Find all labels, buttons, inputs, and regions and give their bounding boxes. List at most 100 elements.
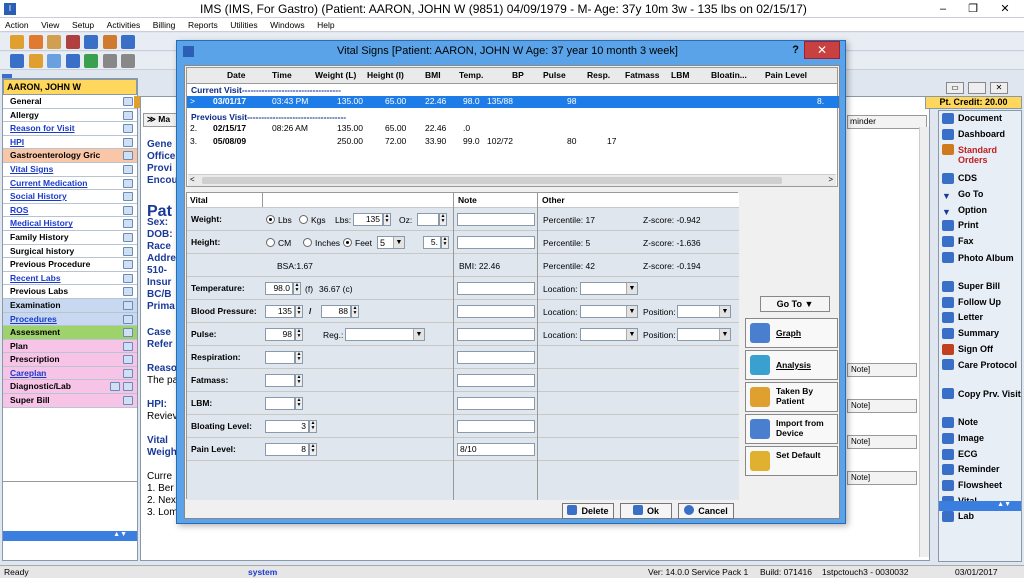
grid-column-header[interactable]: Weight (L) (315, 70, 356, 80)
note-button-4[interactable]: Note] (847, 471, 917, 485)
pulse-spinner[interactable]: ▲ ▼ (295, 328, 303, 341)
pulse-position-select[interactable]: ▼ (677, 328, 731, 341)
weight-lbs-input[interactable]: 135 (353, 213, 383, 226)
sidebar-item[interactable]: Careplan (3, 366, 137, 381)
note-scrollbar[interactable] (919, 127, 929, 557)
document-icon[interactable] (123, 151, 133, 161)
weight-oz-input[interactable] (417, 213, 439, 226)
side-button[interactable]: Import from Device (745, 414, 838, 444)
menu-billing[interactable]: Billing (148, 18, 181, 31)
grid-column-header[interactable]: Date (227, 70, 245, 80)
document-icon[interactable] (123, 137, 133, 147)
pain-input[interactable]: 8 (265, 443, 309, 456)
respiration-spinner[interactable]: ▲ ▼ (295, 351, 303, 364)
right-panel-item[interactable]: Photo Album (939, 250, 1021, 279)
right-panel-item[interactable]: Super Bill (939, 279, 1021, 295)
child-restore-button[interactable] (968, 82, 986, 94)
pulse-reg-select[interactable]: ▼ (345, 328, 425, 341)
menu-activities[interactable]: Activities (102, 18, 146, 31)
right-panel-item[interactable]: Flowsheet (939, 478, 1021, 494)
pulse-note-input[interactable] (457, 328, 535, 341)
bloating-note-input[interactable] (457, 420, 535, 433)
reminder-toggle[interactable]: minder (847, 115, 927, 129)
right-panel-item[interactable]: Summary (939, 326, 1021, 342)
side-button[interactable]: Analysis (745, 350, 838, 380)
pulse-input[interactable]: 98 (265, 328, 295, 341)
menu-setup[interactable]: Setup (67, 18, 99, 31)
refresh-icon[interactable] (84, 54, 99, 68)
sidebar-item[interactable]: Previous Labs (3, 285, 137, 299)
shield-icon[interactable] (121, 35, 136, 49)
previous-visit-row[interactable]: 3. 05/08/09 250.00 72.00 33.90 99.0 102/72 80 17 (187, 136, 839, 148)
sidebar-item[interactable]: ROS (3, 203, 137, 218)
sidebar-item[interactable]: Gastroenterology Gric (3, 149, 137, 163)
sidebar-item[interactable]: Examination (3, 298, 137, 313)
folder-icon[interactable] (47, 35, 62, 49)
respiration-input[interactable] (265, 351, 295, 364)
document-icon[interactable] (123, 110, 133, 120)
document-icon[interactable] (123, 124, 133, 134)
right-panel-item[interactable]: Dashboard (939, 127, 1021, 143)
right-panel-item[interactable]: Copy Prv. Visit (939, 386, 1021, 415)
document-icon[interactable] (123, 341, 133, 351)
sidebar-item[interactable]: Plan (3, 339, 137, 354)
grid-column-header[interactable]: LBM (671, 70, 689, 80)
temperature-spinner[interactable]: ▲ ▼ (293, 282, 301, 295)
menu-windows[interactable]: Windows (265, 18, 309, 31)
document-icon[interactable] (123, 355, 133, 365)
sidebar-item[interactable]: Super Bill (3, 394, 137, 408)
menu-utilities[interactable]: Utilities (225, 18, 262, 31)
grid-column-header[interactable]: BMI (425, 70, 441, 80)
weight-note-input[interactable] (457, 213, 535, 226)
right-panel-item[interactable]: Reminder (939, 462, 1021, 478)
right-panel-item[interactable]: Note (939, 415, 1021, 431)
cancel-button[interactable]: Cancel (678, 503, 734, 519)
sidebar-item[interactable]: Assessment (3, 326, 137, 340)
fatmass-input[interactable] (265, 374, 295, 387)
weight-lbs-spinner[interactable]: ▲ ▼ (383, 213, 391, 226)
note-button-2[interactable]: Note] (847, 399, 917, 413)
right-panel-item[interactable]: Letter (939, 310, 1021, 326)
close-window-button[interactable]: ✕ (990, 0, 1020, 18)
grid-column-header[interactable]: Pain Level (765, 70, 807, 80)
document-icon[interactable] (123, 97, 133, 106)
lbm-input[interactable] (265, 397, 295, 410)
minimize-button[interactable]: – (928, 0, 958, 18)
document-icon[interactable] (123, 246, 133, 256)
bloating-spinner[interactable]: ▲ ▼ (309, 420, 317, 433)
cm-radio[interactable] (266, 238, 275, 247)
bp-systolic-spinner[interactable]: ▲ ▼ (295, 305, 303, 318)
height-inch-spinner[interactable]: ▲ ▼ (441, 236, 449, 249)
current-visit-row[interactable]: >03/01/17 03:43 PM 135.00 65.00 22.46 98.0 135… (187, 96, 839, 108)
lbm-spinner[interactable]: ▲ ▼ (295, 397, 303, 410)
document-icon[interactable] (123, 368, 133, 378)
right-panel-item[interactable]: Sign Off (939, 342, 1021, 358)
right-panel-item[interactable]: Image (939, 431, 1021, 447)
delete-button[interactable]: Delete (562, 503, 614, 519)
bp-systolic-input[interactable]: 135 (265, 305, 295, 318)
pain-note-input[interactable]: 8/10 (457, 443, 535, 456)
sidebar-item[interactable]: Medical History (3, 217, 137, 231)
sidebar-item[interactable]: Diagnostic/Lab (3, 380, 137, 395)
note-button-3[interactable]: Note] (847, 435, 917, 449)
sidebar-item[interactable]: HPI (3, 135, 137, 150)
grid-column-header[interactable]: Temp. (459, 70, 483, 80)
document-icon[interactable] (123, 164, 133, 174)
weight-oz-spinner[interactable]: ▲ ▼ (439, 213, 447, 226)
document-icon[interactable] (123, 396, 133, 406)
chart-icon[interactable] (65, 35, 80, 49)
height-inch-input[interactable]: 5. (423, 236, 441, 249)
bp-position-select[interactable]: ▼ (677, 305, 731, 318)
fatmass-note-input[interactable] (457, 374, 535, 387)
sidebar-item[interactable]: General (3, 95, 137, 109)
lbm-note-input[interactable] (457, 397, 535, 410)
right-panel-item[interactable]: CDS (939, 171, 1021, 187)
feet-radio[interactable] (343, 238, 352, 247)
sidebar-item[interactable]: Procedures (3, 312, 137, 327)
lab-icon[interactable] (102, 35, 117, 49)
document-icon[interactable] (123, 328, 133, 338)
right-panel-item[interactable]: Document (939, 111, 1021, 127)
sidebar-item[interactable]: Reason for Visit (3, 122, 137, 136)
sidebar-item[interactable]: Surgical history (3, 244, 137, 259)
grid-column-header[interactable]: Fatmass (625, 70, 660, 80)
